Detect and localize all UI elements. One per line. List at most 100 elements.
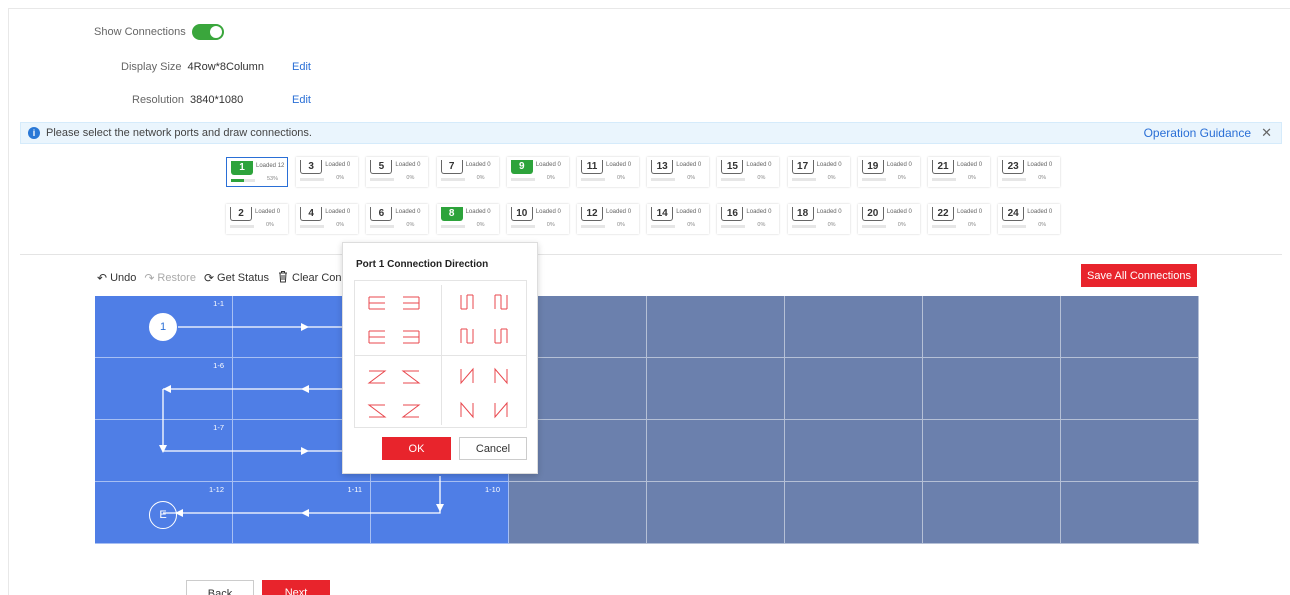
n-up-icon[interactable]: [456, 401, 478, 419]
port-load-percent: 0%: [1038, 175, 1047, 181]
connection-path-overlay: [159, 323, 444, 517]
network-port-10[interactable]: 10 Loaded 0 0%: [506, 204, 569, 234]
port-number: 1: [231, 161, 253, 175]
port-load-percent: 0%: [968, 222, 976, 228]
save-all-connections-button[interactable]: Save All Connections: [1081, 264, 1197, 287]
z-up-right-icon[interactable]: [366, 401, 388, 419]
port-load-bar: [932, 225, 956, 228]
col-snake-up-alt-icon[interactable]: [490, 327, 512, 345]
port-number: 4: [300, 207, 323, 221]
network-port-22[interactable]: 22 Loaded 0 0%: [928, 204, 990, 234]
network-port-1[interactable]: 1 Loaded 12 53%: [226, 157, 288, 187]
popup-title: Port 1 Connection Direction: [356, 259, 489, 270]
info-banner: i Please select the network ports and dr…: [20, 122, 1282, 144]
close-icon[interactable]: ✕: [1261, 125, 1272, 141]
back-button[interactable]: Back: [186, 580, 254, 595]
network-port-8[interactable]: 8 Loaded 0 0%: [436, 204, 499, 234]
network-port-19[interactable]: 19 Loaded 0 0%: [857, 157, 920, 187]
port-loaded-text: Loaded 0: [535, 162, 561, 168]
port-load-percent: 0%: [476, 175, 485, 181]
network-port-3[interactable]: 3 Loaded 0 0%: [296, 157, 359, 187]
end-marker[interactable]: E: [149, 501, 177, 529]
show-connections-row: Show Connections: [94, 24, 224, 40]
display-size-edit-link[interactable]: Edit: [292, 61, 311, 73]
row-snake-left-icon[interactable]: [400, 293, 422, 311]
connection-direction-popup: Port 1 Connection Direction OK Cancel: [342, 242, 538, 474]
network-port-12[interactable]: 12 Loaded 0 0%: [577, 204, 639, 234]
network-port-15[interactable]: 15 Loaded 0 0%: [717, 157, 780, 187]
network-ports-panel: 1 Loaded 12 53% 3 Loaded 0 0% 5 Loaded 0 0% 7 Load…: [20, 145, 1282, 255]
operation-guidance-link[interactable]: Operation Guidance: [1144, 126, 1251, 140]
port-load-percent: 0%: [266, 222, 274, 228]
ok-button[interactable]: OK: [382, 437, 451, 460]
col-snake-down-icon[interactable]: [456, 293, 478, 311]
port-loaded-text: Loaded 0: [535, 209, 561, 215]
port-number: 2: [230, 207, 252, 221]
port-load-percent: 0%: [617, 222, 625, 228]
network-port-7[interactable]: 7 Loaded 0 0%: [436, 157, 499, 187]
network-port-14[interactable]: 14 Loaded 0 0%: [647, 204, 710, 234]
toggle-knob: [209, 26, 222, 38]
port-loaded-text: Loaded 0: [676, 209, 702, 215]
port-loaded-text: Loaded 0: [816, 209, 842, 215]
port-load-percent: 0%: [546, 222, 555, 228]
refresh-icon: ⟳: [203, 271, 215, 285]
network-port-13[interactable]: 13 Loaded 0 0%: [647, 157, 710, 187]
network-port-20[interactable]: 20 Loaded 0 0%: [857, 204, 920, 234]
network-port-11[interactable]: 11 Loaded 0 0%: [577, 157, 639, 187]
z-left-icon[interactable]: [400, 367, 422, 385]
network-port-17[interactable]: 17 Loaded 0 0%: [787, 157, 850, 187]
port-loaded-text: Loaded 0: [886, 162, 912, 168]
arrow-down-icon: [159, 445, 167, 453]
next-button[interactable]: Next: [262, 580, 330, 595]
row-snake-right-icon[interactable]: [366, 293, 388, 311]
z-up-left-icon[interactable]: [400, 401, 422, 419]
n-up-alt-icon[interactable]: [490, 401, 512, 419]
resolution-edit-link[interactable]: Edit: [292, 94, 311, 106]
port-load-percent: 0%: [406, 175, 415, 181]
network-port-24[interactable]: 24 Loaded 0 0%: [998, 204, 1061, 234]
undo-button[interactable]: ↶ Undo: [97, 271, 136, 285]
show-connections-toggle[interactable]: [191, 24, 224, 40]
port-number: 5: [370, 160, 393, 174]
z-right-icon[interactable]: [366, 367, 388, 385]
port-loaded-text: Loaded 0: [255, 209, 281, 215]
row-snake-up-left-icon[interactable]: [400, 327, 422, 345]
network-port-16[interactable]: 16 Loaded 0 0%: [717, 204, 780, 234]
n-down-icon[interactable]: [456, 367, 478, 385]
port-load-bar: [721, 225, 746, 228]
port-loaded-text: Loaded 0: [395, 209, 421, 215]
cancel-button[interactable]: Cancel: [459, 437, 527, 460]
network-port-9[interactable]: 9 Loaded 0 0%: [506, 157, 569, 187]
network-port-18[interactable]: 18 Loaded 0 0%: [787, 204, 850, 234]
restore-label: Restore: [157, 272, 196, 284]
network-port-4[interactable]: 4 Loaded 0 0%: [296, 204, 359, 234]
col-snake-up-icon[interactable]: [456, 327, 478, 345]
port-load-percent: 0%: [968, 175, 976, 181]
port-loaded-text: Loaded 0: [465, 162, 491, 168]
port-number: 16: [721, 207, 744, 221]
port-load-bar: [932, 178, 956, 181]
port-load-bar: [300, 225, 325, 228]
port-loaded-text: Loaded 0: [886, 209, 912, 215]
port-load-percent: 0%: [336, 175, 345, 181]
display-wall-grid[interactable]: 1-1 1-6 1-7 1-12 1-11 1-10 1 E: [95, 296, 1199, 544]
port-load-bar: [1002, 225, 1027, 228]
port-load-percent: 0%: [897, 222, 906, 228]
port-number: 24: [1002, 207, 1025, 221]
col-snake-down-alt-icon[interactable]: [490, 293, 512, 311]
row-snake-up-right-icon[interactable]: [366, 327, 388, 345]
restore-button[interactable]: ↷ Restore: [144, 271, 196, 285]
port-number: 8: [440, 207, 463, 221]
n-down-alt-icon[interactable]: [490, 367, 512, 385]
network-port-23[interactable]: 23 Loaded 0 0%: [998, 157, 1061, 187]
port-loaded-text: Loaded 0: [957, 162, 983, 168]
port-number: 11: [581, 160, 603, 174]
network-port-6[interactable]: 6 Loaded 0 0%: [366, 204, 429, 234]
port-number: 15: [721, 160, 744, 174]
network-port-21[interactable]: 21 Loaded 0 0%: [928, 157, 990, 187]
network-port-5[interactable]: 5 Loaded 0 0%: [366, 157, 429, 187]
start-port-marker[interactable]: 1: [149, 313, 177, 341]
network-port-2[interactable]: 2 Loaded 0 0%: [226, 204, 288, 234]
get-status-button[interactable]: ⟳ Get Status: [204, 271, 269, 285]
